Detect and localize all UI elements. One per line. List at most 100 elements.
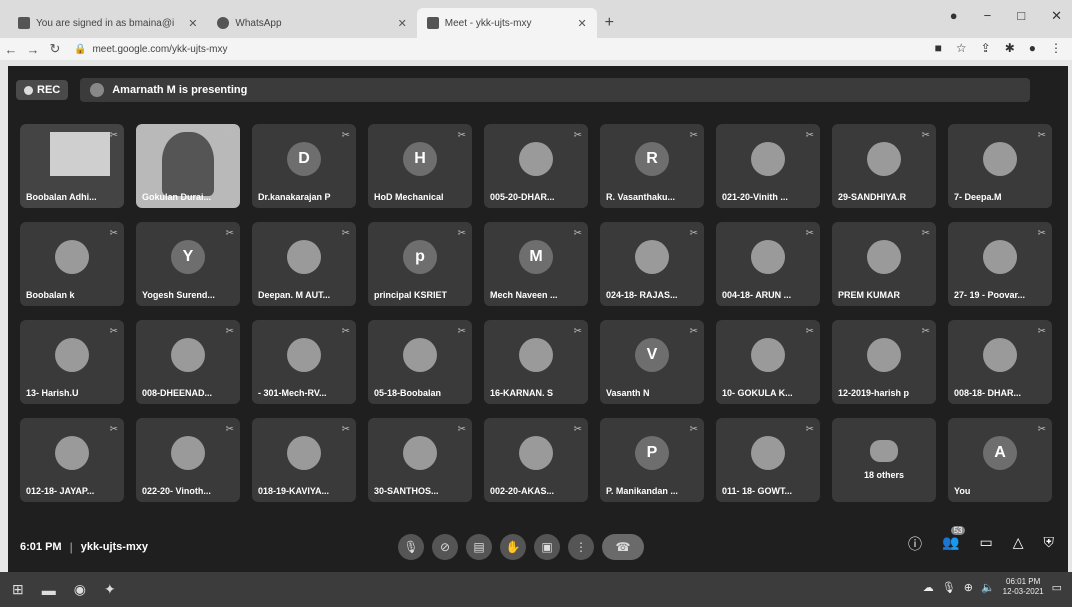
call-controls: 🎙 ⊘ ▤ ✋ ▣ ⋮ ☎ bbox=[398, 534, 644, 560]
participant-tile[interactable]: ✂ 10- GOKULA K... bbox=[716, 320, 820, 404]
chat-icon[interactable]: ▭ bbox=[979, 534, 992, 554]
participant-tile[interactable]: ✂ 008-18- DHAR... bbox=[948, 320, 1052, 404]
participant-tile[interactable]: ✂ 005-20-DHAR... bbox=[484, 124, 588, 208]
more-options-button[interactable]: ⋮ bbox=[568, 534, 594, 560]
participant-tile[interactable]: ✂ 008-DHEENAD... bbox=[136, 320, 240, 404]
file-explorer-icon[interactable]: ▬ bbox=[42, 582, 56, 598]
people-button[interactable]: 👥 53 bbox=[942, 526, 966, 554]
present-button[interactable]: ▣ bbox=[534, 534, 560, 560]
maximize-button[interactable]: □ bbox=[1017, 8, 1025, 24]
gmail-favicon-icon bbox=[18, 17, 30, 29]
menu-icon[interactable]: ⋮ bbox=[1050, 41, 1062, 55]
participant-tile[interactable]: ✂ 004-18- ARUN ... bbox=[716, 222, 820, 306]
minimize-button[interactable]: − bbox=[984, 8, 992, 24]
participant-tile[interactable]: ✂ 022-20- Vinoth... bbox=[136, 418, 240, 502]
start-icon[interactable]: ⊞ bbox=[12, 581, 24, 598]
tab-meet[interactable]: Meet - ykk-ujts-mxy ✕ bbox=[416, 8, 597, 38]
presenting-banner[interactable]: Amarnath M is presenting bbox=[80, 78, 1031, 102]
participant-tile[interactable]: A ✂ You bbox=[948, 418, 1052, 502]
participant-tile[interactable]: ✂ Boobalan Adhi... bbox=[20, 124, 124, 208]
forward-button[interactable]: → bbox=[22, 42, 44, 57]
mic-muted-icon: ✂ bbox=[689, 130, 698, 141]
extensions-icon[interactable]: ✱ bbox=[1005, 41, 1015, 55]
participant-avatar bbox=[751, 338, 785, 372]
participant-tile[interactable]: R ✂ R. Vasanthaku... bbox=[600, 124, 704, 208]
camera-indicator-icon[interactable]: ■ bbox=[935, 41, 942, 55]
participant-name: 30-SANTHOS... bbox=[374, 486, 439, 496]
profile-icon[interactable]: ● bbox=[950, 8, 958, 24]
participant-tile[interactable]: ✂ 012-18- JAYAP... bbox=[20, 418, 124, 502]
volume-icon[interactable]: 🔈 bbox=[981, 581, 995, 594]
system-tray: ☁ 🎙 ⊕ 🔈 06:01 PM 12-03-2021 ▭ bbox=[923, 577, 1062, 597]
participant-tile[interactable]: ✂ 018-19-KAVIYA... bbox=[252, 418, 356, 502]
close-icon[interactable]: ✕ bbox=[577, 17, 586, 30]
reload-button[interactable]: ↻ bbox=[44, 41, 66, 57]
participant-tile[interactable]: ✂ - 301-Mech-RV... bbox=[252, 320, 356, 404]
close-window-button[interactable]: ✕ bbox=[1051, 8, 1062, 24]
captions-button[interactable]: ▤ bbox=[466, 534, 492, 560]
participant-tile[interactable]: ✂ 13- Harish.U bbox=[20, 320, 124, 404]
participant-tile[interactable]: D ✂ Dr.kanakarajan P bbox=[252, 124, 356, 208]
mic-button[interactable]: 🎙 bbox=[398, 534, 424, 560]
participant-tile[interactable]: ✂ 27- 19 - Poovar... bbox=[948, 222, 1052, 306]
participant-tile[interactable]: ✂ Gokulan Durai... bbox=[136, 124, 240, 208]
raise-hand-button[interactable]: ✋ bbox=[500, 534, 526, 560]
camera-button[interactable]: ⊘ bbox=[432, 534, 458, 560]
participant-tile[interactable]: ✂ 011- 18- GOWT... bbox=[716, 418, 820, 502]
participant-tile[interactable]: ✂ Boobalan k bbox=[20, 222, 124, 306]
participant-tile[interactable]: ✂ 05-18-Boobalan bbox=[368, 320, 472, 404]
host-controls-icon[interactable]: ⛨ bbox=[1044, 534, 1055, 554]
participant-name: 021-20-Vinith ... bbox=[722, 192, 788, 202]
close-icon[interactable]: ✕ bbox=[398, 17, 407, 30]
participant-tile[interactable]: ✂ 30-SANTHOS... bbox=[368, 418, 472, 502]
participant-tile[interactable]: p ✂ principal KSRIET bbox=[368, 222, 472, 306]
whatsapp-favicon-icon bbox=[217, 17, 230, 29]
participant-tile[interactable]: ✂ Deepan. M AUT... bbox=[252, 222, 356, 306]
mic-tray-icon[interactable]: 🎙 bbox=[942, 581, 956, 594]
profile-avatar-icon[interactable]: ● bbox=[1029, 41, 1036, 55]
url-field[interactable]: 🔒 meet.google.com/ykk-ujts-mxy bbox=[74, 44, 228, 55]
share-icon[interactable]: ⇪ bbox=[981, 41, 991, 55]
mic-muted-icon: ✂ bbox=[573, 424, 582, 435]
participant-tile[interactable]: M ✂ Mech Naveen ... bbox=[484, 222, 588, 306]
cloud-icon[interactable]: ☁ bbox=[923, 581, 934, 594]
participant-tile[interactable]: V ✂ Vasanth N bbox=[600, 320, 704, 404]
participant-name: 7- Deepa.M bbox=[954, 192, 1002, 202]
tab-whatsapp[interactable]: WhatsApp ✕ bbox=[207, 8, 416, 38]
participant-name: 18 others bbox=[863, 470, 905, 480]
app-icon[interactable]: ✦ bbox=[104, 581, 116, 598]
participant-avatar bbox=[287, 240, 321, 274]
info-icon[interactable]: ⓘ bbox=[908, 534, 922, 554]
participant-name: 022-20- Vinoth... bbox=[142, 486, 211, 496]
participant-avatar bbox=[55, 240, 89, 274]
participant-tile[interactable]: ✂ 12-2019-harish p bbox=[832, 320, 936, 404]
back-button[interactable]: ← bbox=[0, 42, 22, 57]
participant-tile[interactable]: H ✂ HoD Mechanical bbox=[368, 124, 472, 208]
mic-muted-icon: ✂ bbox=[805, 130, 814, 141]
leave-call-button[interactable]: ☎ bbox=[602, 534, 644, 560]
notifications-icon[interactable]: ▭ bbox=[1052, 581, 1062, 594]
new-tab-button[interactable]: + bbox=[597, 14, 622, 38]
participant-tile[interactable]: ✂ 024-18- RAJAS... bbox=[600, 222, 704, 306]
participant-name: Boobalan Adhi... bbox=[26, 192, 97, 202]
chrome-icon[interactable]: ◉ bbox=[74, 581, 86, 598]
participant-name: 13- Harish.U bbox=[26, 388, 79, 398]
close-icon[interactable]: ✕ bbox=[188, 17, 197, 30]
participant-tile[interactable]: ✂ 7- Deepa.M bbox=[948, 124, 1052, 208]
participant-tile[interactable]: ✂ PREM KUMAR bbox=[832, 222, 936, 306]
star-icon[interactable]: ☆ bbox=[956, 41, 967, 55]
participants-count: 53 bbox=[950, 526, 966, 535]
participant-tile[interactable]: Y ✂ Yogesh Surend... bbox=[136, 222, 240, 306]
participant-tile[interactable]: P ✂ P. Manikandan ... bbox=[600, 418, 704, 502]
participant-tile[interactable]: ✂ 021-20-Vinith ... bbox=[716, 124, 820, 208]
participant-tile[interactable]: 18 others bbox=[832, 418, 936, 502]
participant-avatar: R bbox=[635, 142, 669, 176]
network-icon[interactable]: ⊕ bbox=[964, 581, 973, 594]
tray-clock[interactable]: 06:01 PM 12-03-2021 bbox=[1003, 577, 1044, 597]
participant-tile[interactable]: ✂ 002-20-AKAS... bbox=[484, 418, 588, 502]
mic-muted-icon: ✂ bbox=[921, 326, 930, 337]
participant-tile[interactable]: ✂ 29-SANDHIYA.R bbox=[832, 124, 936, 208]
participant-tile[interactable]: ✂ 16-KARNAN. S bbox=[484, 320, 588, 404]
activities-icon[interactable]: △ bbox=[1013, 534, 1024, 554]
tab-signed-in[interactable]: You are signed in as bmaina@i ✕ bbox=[8, 8, 207, 38]
